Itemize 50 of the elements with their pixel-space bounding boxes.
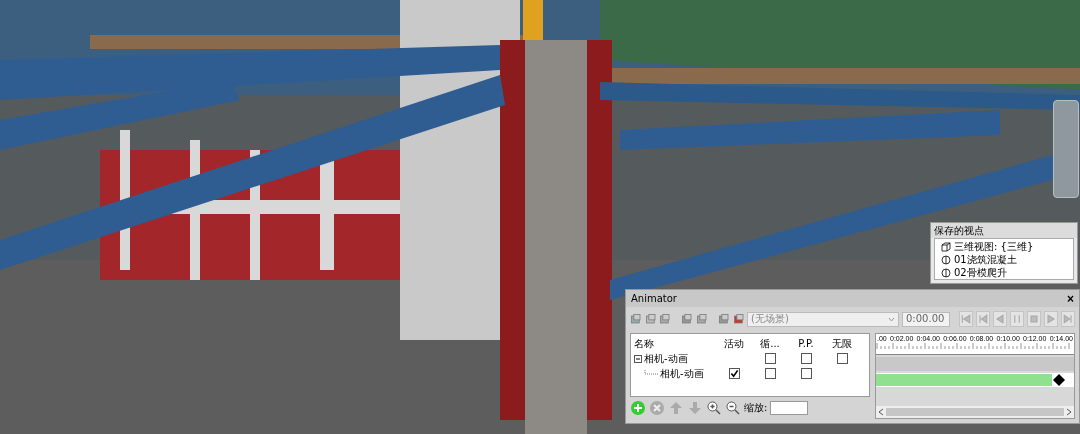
pause-icon [1011, 313, 1023, 325]
panel-title: Animator [631, 293, 677, 304]
zoom-in-icon[interactable] [706, 400, 722, 416]
animation-name[interactable]: 相机-动画 [644, 351, 688, 366]
checkbox[interactable] [800, 353, 812, 364]
checkbox[interactable] [764, 353, 776, 364]
tree-line [644, 369, 658, 378]
play-icon [1045, 313, 1057, 325]
pause-button[interactable] [1010, 311, 1024, 327]
close-button[interactable]: × [1067, 291, 1074, 306]
viewpoint-item[interactable]: 02骨模爬升 [954, 265, 1007, 280]
stop-button[interactable] [1027, 311, 1041, 327]
column-header[interactable]: P.P. [788, 338, 824, 349]
checkbox[interactable] [728, 368, 740, 379]
collapse-icon[interactable] [634, 354, 642, 363]
step-forward-button[interactable] [1061, 311, 1075, 327]
navigation-bar[interactable] [1053, 100, 1079, 198]
rewind-button[interactable] [959, 311, 973, 327]
checkbox[interactable] [836, 353, 848, 364]
panel-title: 保存的视点 [931, 223, 1077, 238]
camera-icon [941, 267, 951, 278]
scrollbar[interactable] [876, 406, 1074, 418]
add-icon[interactable] [630, 400, 646, 416]
viewpoint-item[interactable]: 三维视图: {三维} [954, 239, 1034, 254]
camera-icon [941, 254, 951, 265]
step-forward-icon [1062, 313, 1074, 325]
play-button[interactable] [1044, 311, 1058, 327]
viewpoint-item[interactable]: 01浇筑混凝土 [954, 252, 1017, 267]
caret-icon [888, 316, 895, 322]
play-reverse-icon [994, 313, 1006, 325]
column-header[interactable]: 无限 [824, 336, 860, 351]
time-field[interactable]: 0:00.00 [902, 311, 950, 327]
animation-name[interactable]: 相机-动画 [660, 366, 704, 381]
remove-icon[interactable] [649, 400, 665, 416]
checkbox[interactable] [800, 368, 812, 379]
zoom-field[interactable] [770, 401, 809, 415]
checkbox[interactable] [764, 368, 776, 379]
step-back-button[interactable] [976, 311, 990, 327]
column-header[interactable]: 循... [752, 336, 788, 351]
column-header[interactable]: 名称 [634, 336, 716, 351]
zoom-out-icon[interactable] [725, 400, 741, 416]
keyframe-diamond-icon[interactable] [1052, 374, 1066, 386]
cube-icon [941, 241, 951, 252]
zoom-label: 缩放: [744, 401, 768, 415]
play-reverse-button[interactable] [993, 311, 1007, 327]
rewind-icon [960, 313, 972, 325]
step-back-icon [977, 313, 989, 325]
column-header[interactable]: 活动 [716, 336, 752, 351]
stop-icon [1028, 313, 1040, 325]
up-arrow-icon[interactable] [668, 400, 684, 416]
